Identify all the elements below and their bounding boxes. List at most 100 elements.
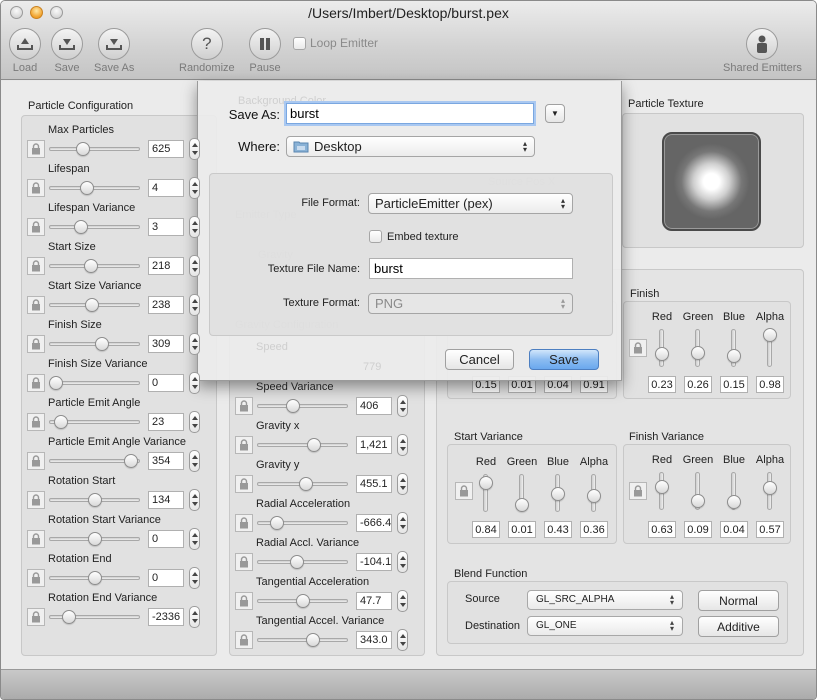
lock-toggle-button[interactable] xyxy=(27,569,45,587)
lock-toggle-button[interactable] xyxy=(27,179,45,197)
save-confirm-button[interactable]: Save xyxy=(529,349,599,370)
slider-knob[interactable] xyxy=(298,477,313,491)
slider-knob[interactable] xyxy=(124,454,139,468)
value-stepper[interactable] xyxy=(397,551,408,573)
slider-knob[interactable] xyxy=(286,399,301,413)
lock-toggle-button[interactable] xyxy=(27,413,45,431)
value-field[interactable]: 406 xyxy=(356,397,392,415)
lock-toggle-button[interactable] xyxy=(235,631,253,649)
lock-toggle-button[interactable] xyxy=(27,296,45,314)
value-stepper[interactable] xyxy=(189,177,200,199)
where-location-select[interactable]: Desktop ▴ ▾ xyxy=(286,136,535,157)
slider-knob[interactable] xyxy=(87,493,102,507)
channel-value-field[interactable]: 0.23 xyxy=(648,376,676,393)
slider-knob[interactable] xyxy=(79,181,94,195)
value-field[interactable]: 455.1 xyxy=(356,475,392,493)
value-field[interactable]: 625 xyxy=(148,140,184,158)
value-field[interactable]: 0 xyxy=(148,569,184,587)
lock-toggle-button[interactable] xyxy=(27,140,45,158)
slider-track[interactable] xyxy=(49,186,140,190)
checkbox-box[interactable] xyxy=(293,36,306,50)
value-field[interactable]: 47.7 xyxy=(356,592,392,610)
lock-toggle-button[interactable] xyxy=(235,475,253,493)
slider-knob[interactable] xyxy=(270,516,285,530)
file-format-select[interactable]: ParticleEmitter (pex) ▴ ▾ xyxy=(368,193,573,214)
slider-knob[interactable] xyxy=(290,555,305,569)
channel-value-field[interactable]: 0.01 xyxy=(508,521,536,538)
value-stepper[interactable] xyxy=(189,528,200,550)
expand-dialog-button[interactable]: ▼ xyxy=(545,104,565,123)
value-field[interactable]: -666.4 xyxy=(356,514,392,532)
channel-slider-knob[interactable] xyxy=(551,486,565,501)
lock-toggle-button[interactable] xyxy=(235,397,253,415)
cancel-button[interactable]: Cancel xyxy=(445,349,514,370)
lock-toggle-button[interactable] xyxy=(27,491,45,509)
channel-slider-knob[interactable] xyxy=(763,327,777,342)
value-stepper[interactable] xyxy=(397,434,408,456)
lock-toggle-button[interactable] xyxy=(27,335,45,353)
channel-value-field[interactable]: 0.09 xyxy=(684,521,712,538)
slider-track[interactable] xyxy=(257,443,348,447)
texture-file-name-input[interactable] xyxy=(369,258,573,279)
lock-toggle-button[interactable] xyxy=(455,482,473,500)
channel-value-field[interactable]: 0.26 xyxy=(684,376,712,393)
channel-value-field[interactable]: 0.57 xyxy=(756,521,784,538)
lock-toggle-button[interactable] xyxy=(235,514,253,532)
channel-value-field[interactable]: 0.98 xyxy=(756,376,784,393)
slider-knob[interactable] xyxy=(306,633,321,647)
slider-knob[interactable] xyxy=(87,532,102,546)
slider-knob[interactable] xyxy=(62,610,77,624)
checkbox-box[interactable] xyxy=(369,230,382,243)
additive-blend-button[interactable]: Additive xyxy=(698,616,779,637)
value-field[interactable]: 238 xyxy=(148,296,184,314)
slider-track[interactable] xyxy=(49,225,140,229)
value-stepper[interactable] xyxy=(189,567,200,589)
channel-slider-knob[interactable] xyxy=(587,488,601,503)
save-as-button[interactable]: Save As xyxy=(94,28,134,74)
channel-slider-knob[interactable] xyxy=(515,497,529,512)
value-stepper[interactable] xyxy=(397,473,408,495)
save-as-filename-input[interactable] xyxy=(286,103,534,124)
destination-blend-select[interactable]: GL_ONE ▴ ▾ xyxy=(527,616,683,636)
value-field[interactable]: 354 xyxy=(148,452,184,470)
value-stepper[interactable] xyxy=(189,216,200,238)
normal-blend-button[interactable]: Normal xyxy=(698,590,779,611)
value-field[interactable]: 3 xyxy=(148,218,184,236)
channel-slider-knob[interactable] xyxy=(727,494,741,509)
value-stepper[interactable] xyxy=(189,255,200,277)
value-field[interactable]: 218 xyxy=(148,257,184,275)
value-stepper[interactable] xyxy=(397,629,408,651)
source-blend-select[interactable]: GL_SRC_ALPHA ▴ ▾ xyxy=(527,590,683,610)
value-field[interactable]: -2336 xyxy=(148,608,184,626)
lock-toggle-button[interactable] xyxy=(235,436,253,454)
pause-button[interactable]: Pause xyxy=(249,28,281,74)
randomize-button[interactable]: ? Randomize xyxy=(179,28,235,74)
value-stepper[interactable] xyxy=(189,489,200,511)
value-stepper[interactable] xyxy=(189,450,200,472)
slider-knob[interactable] xyxy=(87,571,102,585)
texture-format-select[interactable]: PNG ▴ ▾ xyxy=(368,293,573,314)
value-stepper[interactable] xyxy=(397,512,408,534)
channel-value-field[interactable]: 0.84 xyxy=(472,521,500,538)
value-stepper[interactable] xyxy=(189,333,200,355)
lock-toggle-button[interactable] xyxy=(27,530,45,548)
value-field[interactable]: 23 xyxy=(148,413,184,431)
slider-track[interactable] xyxy=(257,638,348,642)
channel-value-field[interactable]: 0.63 xyxy=(648,521,676,538)
value-stepper[interactable] xyxy=(189,138,200,160)
lock-toggle-button[interactable] xyxy=(235,592,253,610)
slider-knob[interactable] xyxy=(83,259,98,273)
save-button[interactable]: Save xyxy=(51,28,83,74)
lock-toggle-button[interactable] xyxy=(629,339,647,357)
loop-emitter-checkbox[interactable]: Loop Emitter xyxy=(293,36,378,50)
value-field[interactable]: 134 xyxy=(148,491,184,509)
slider-knob[interactable] xyxy=(75,142,90,156)
value-field[interactable]: 0 xyxy=(148,530,184,548)
lock-toggle-button[interactable] xyxy=(629,482,647,500)
slider-knob[interactable] xyxy=(295,594,310,608)
value-field[interactable]: 0 xyxy=(148,374,184,392)
load-button[interactable]: Load xyxy=(9,28,41,74)
value-stepper[interactable] xyxy=(189,411,200,433)
value-field[interactable]: 1,421 xyxy=(356,436,392,454)
value-field[interactable]: 309 xyxy=(148,335,184,353)
